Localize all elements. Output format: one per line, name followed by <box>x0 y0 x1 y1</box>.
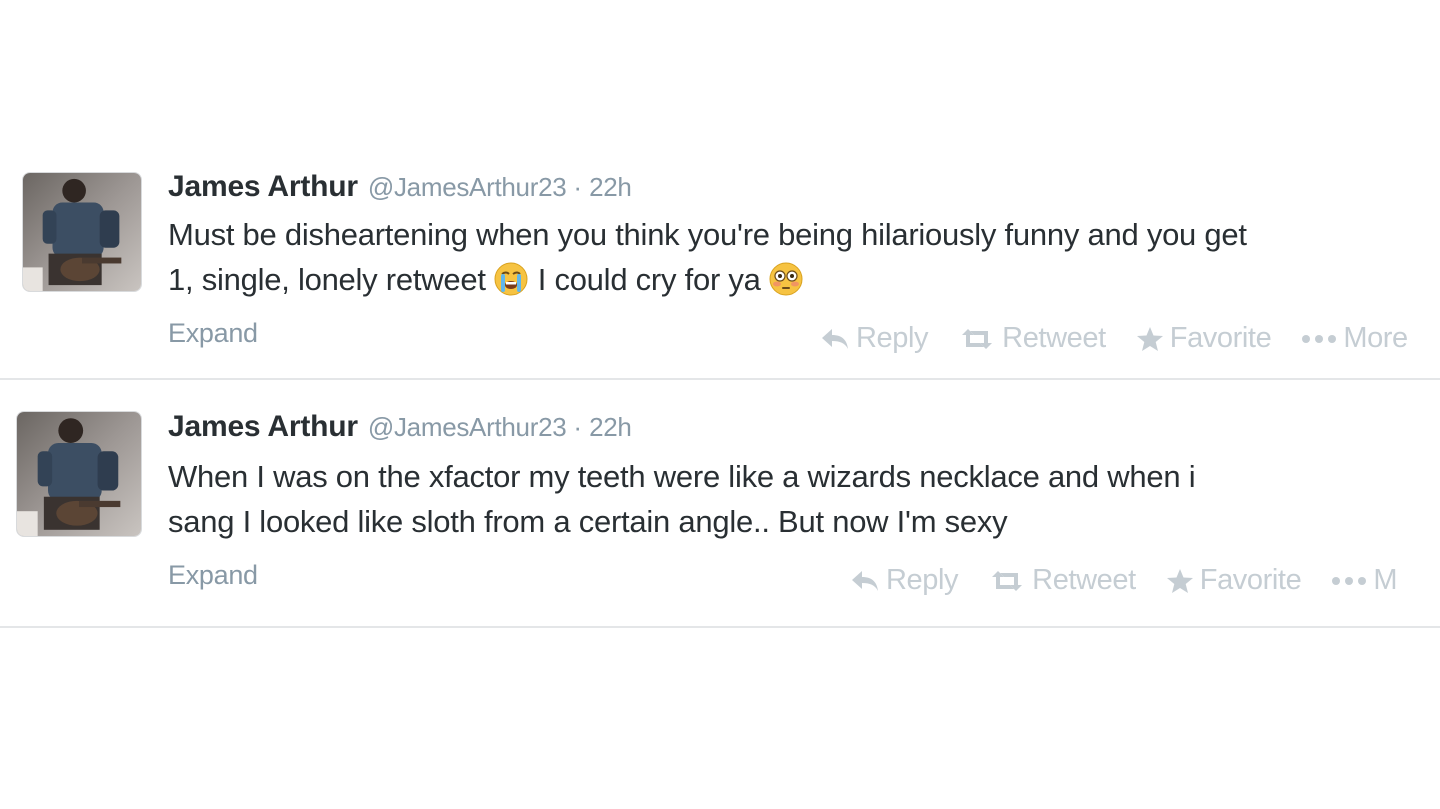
tweet[interactable]: James Arthur @JamesArthur23 · 22h When I… <box>0 380 1440 628</box>
timestamp[interactable]: 22h <box>589 172 632 203</box>
tweet-content: James Arthur @JamesArthur23 · 22h Must b… <box>168 170 1440 362</box>
tweet-text-fragment: I could cry for ya <box>537 262 761 297</box>
tweet-text-fragment: 1, single, lonely retweet <box>168 262 486 297</box>
separator: · <box>573 172 583 202</box>
separator: · <box>573 412 583 442</box>
avatar[interactable] <box>22 172 142 292</box>
fullname[interactable]: James Arthur <box>168 410 358 444</box>
tweet-text-line: 1, single, lonely retweet I could cry fo… <box>168 257 1440 302</box>
more-button[interactable]: More <box>1301 322 1408 355</box>
tweet-text: When I was on the xfactor my teeth were … <box>168 454 1440 544</box>
tweet-footer: Expand Reply Retweet Favorite <box>168 312 1440 362</box>
flushed-face-emoji-icon <box>769 262 803 296</box>
tweet-text-line: sang I looked like sloth from a certain … <box>168 504 1008 539</box>
retweet-button[interactable]: Retweet <box>958 322 1106 355</box>
favorite-button[interactable]: Favorite <box>1136 322 1272 355</box>
retweet-icon <box>988 569 1026 593</box>
reply-button[interactable]: Reply <box>820 322 929 355</box>
reply-label: Reply <box>886 564 959 596</box>
favorite-label: Favorite <box>1199 564 1302 596</box>
retweet-button[interactable]: Retweet <box>988 564 1136 597</box>
username[interactable]: @JamesArthur23 <box>368 172 567 203</box>
reply-label: Reply <box>856 322 929 354</box>
tweet-timeline: James Arthur @JamesArthur23 · 22h Must b… <box>0 0 1440 809</box>
expand-link[interactable]: Expand <box>168 560 258 591</box>
reply-icon <box>850 569 880 593</box>
tweet-footer: Expand Reply Retweet Favorite <box>168 554 1440 604</box>
crying-face-emoji-icon <box>494 262 528 296</box>
tweet-text: Must be disheartening when you think you… <box>168 212 1440 302</box>
more-dots-icon <box>1331 576 1367 586</box>
favorite-label: Favorite <box>1169 322 1272 354</box>
more-dots-icon <box>1301 334 1337 344</box>
reply-button[interactable]: Reply <box>850 564 959 597</box>
tweet-actions: Reply Retweet Favorite M <box>850 564 1427 597</box>
reply-icon <box>820 327 850 351</box>
tweet-header: James Arthur @JamesArthur23 · 22h <box>168 170 1440 210</box>
fullname[interactable]: James Arthur <box>168 170 358 204</box>
username[interactable]: @JamesArthur23 <box>368 412 567 443</box>
more-button[interactable]: M <box>1331 564 1397 597</box>
tweet-text-line: Must be disheartening when you think you… <box>168 217 1247 252</box>
tweet[interactable]: James Arthur @JamesArthur23 · 22h Must b… <box>0 158 1440 380</box>
retweet-label: Retweet <box>1032 564 1136 596</box>
more-label: M <box>1373 564 1398 596</box>
tweet-text-line: When I was on the xfactor my teeth were … <box>168 459 1196 494</box>
star-icon <box>1166 568 1194 594</box>
expand-link[interactable]: Expand <box>168 318 258 349</box>
star-icon <box>1136 326 1164 352</box>
avatar[interactable] <box>16 411 142 537</box>
retweet-label: Retweet <box>1002 322 1106 354</box>
more-label: More <box>1343 322 1408 354</box>
timestamp[interactable]: 22h <box>589 412 632 443</box>
tweet-actions: Reply Retweet Favorite More <box>820 322 1438 355</box>
tweet-content: James Arthur @JamesArthur23 · 22h When I… <box>168 410 1440 604</box>
retweet-icon <box>958 327 996 351</box>
favorite-button[interactable]: Favorite <box>1166 564 1302 597</box>
tweet-header: James Arthur @JamesArthur23 · 22h <box>168 410 1440 450</box>
